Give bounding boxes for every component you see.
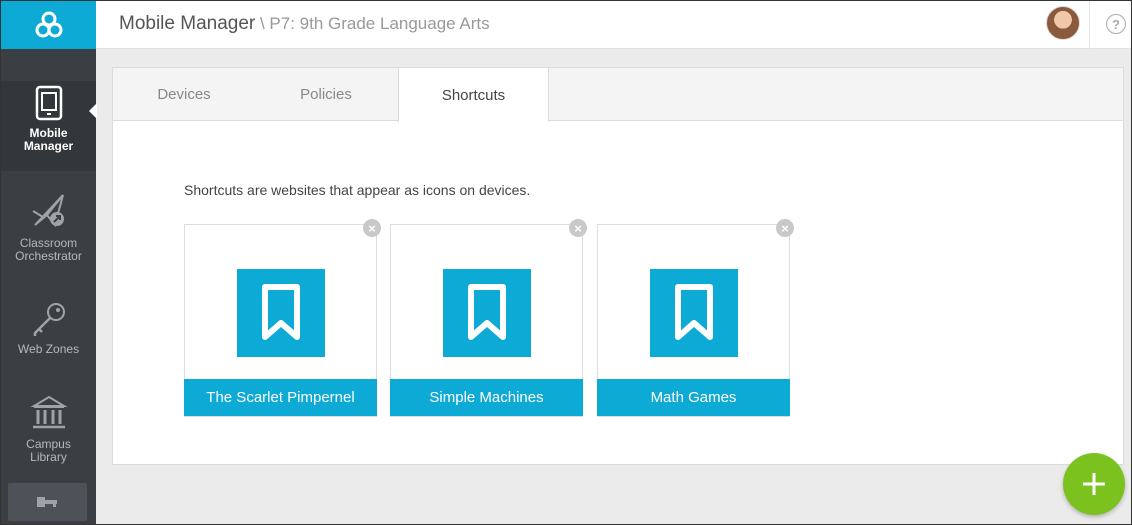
logo-icon — [35, 11, 62, 38]
bookmark-icon — [468, 284, 506, 340]
page-title: Mobile Manager \ P7: 9th Grade Language … — [119, 13, 490, 35]
shortcut-card[interactable]: Simple Machines × — [390, 219, 587, 417]
bookmark-icon — [262, 284, 300, 340]
shortcut-thumbnail — [237, 269, 325, 357]
sidebar-item-classroom-orchestrator[interactable]: Classroom Orchestrator — [1, 191, 96, 271]
sidebar-item-label: Campus — [26, 437, 71, 451]
sidebar-item-web-zones[interactable]: Web Zones — [1, 301, 96, 365]
add-shortcut-button[interactable] — [1063, 453, 1125, 515]
avatar[interactable] — [1046, 6, 1080, 40]
sidebar-item-label: Library — [30, 450, 67, 464]
tablet-icon — [35, 85, 62, 121]
top-header: Mobile Manager \ P7: 9th Grade Language … — [96, 1, 1131, 49]
tab-bar: Devices Policies Shortcuts — [113, 68, 1123, 122]
key-icon — [33, 303, 65, 336]
shortcut-name[interactable]: Simple Machines — [390, 379, 583, 416]
shortcut-name[interactable]: Math Games — [597, 379, 790, 416]
main-panel: Devices Policies Shortcuts Shortcuts are… — [112, 67, 1124, 465]
remove-shortcut-button[interactable]: × — [569, 219, 587, 237]
plus-icon — [1083, 473, 1105, 495]
tab-devices[interactable]: Devices — [113, 68, 255, 121]
app-logo[interactable] — [1, 1, 96, 49]
breadcrumb-separator: \ — [255, 14, 270, 33]
sidebar-item-label: Web Zones — [17, 342, 80, 356]
app-title: Mobile Manager — [119, 13, 256, 34]
shortcut-thumbnail — [443, 269, 531, 357]
sidebar-item-label: Orchestrator — [15, 249, 82, 263]
paper-plane-icon — [31, 194, 64, 228]
library-icon — [29, 395, 68, 429]
tab-policies[interactable]: Policies — [255, 68, 397, 121]
sidebar-item-mobile-manager[interactable]: Mobile Manager — [1, 81, 96, 171]
sidebar-item-label: Mobile — [29, 126, 68, 140]
collapse-icon — [36, 497, 57, 507]
sidebar-item-campus-library[interactable]: Campus Library — [1, 394, 96, 474]
shortcuts-description: Shortcuts are websites that appear as ic… — [184, 182, 531, 198]
sidebar-item-label: Classroom — [19, 236, 78, 250]
shortcut-thumbnail — [650, 269, 738, 357]
shortcut-name[interactable]: The Scarlet Pimpernel — [184, 379, 377, 416]
sidebar: Mobile Manager Classroom Orchestrator We… — [1, 1, 97, 524]
shortcut-card[interactable]: The Scarlet Pimpernel × — [184, 219, 381, 417]
bookmark-icon — [675, 284, 713, 340]
remove-shortcut-button[interactable]: × — [363, 219, 381, 237]
class-name: P7: 9th Grade Language Arts — [269, 14, 490, 33]
remove-shortcut-button[interactable]: × — [776, 219, 794, 237]
active-indicator — [89, 103, 97, 119]
header-divider — [1089, 1, 1090, 49]
collapse-sidebar-button[interactable] — [8, 483, 87, 521]
sidebar-item-label: Manager — [23, 139, 74, 153]
shortcut-card[interactable]: Math Games × — [597, 219, 794, 417]
help-icon[interactable]: ? — [1106, 14, 1126, 34]
tab-shortcuts[interactable]: Shortcuts — [398, 68, 549, 122]
